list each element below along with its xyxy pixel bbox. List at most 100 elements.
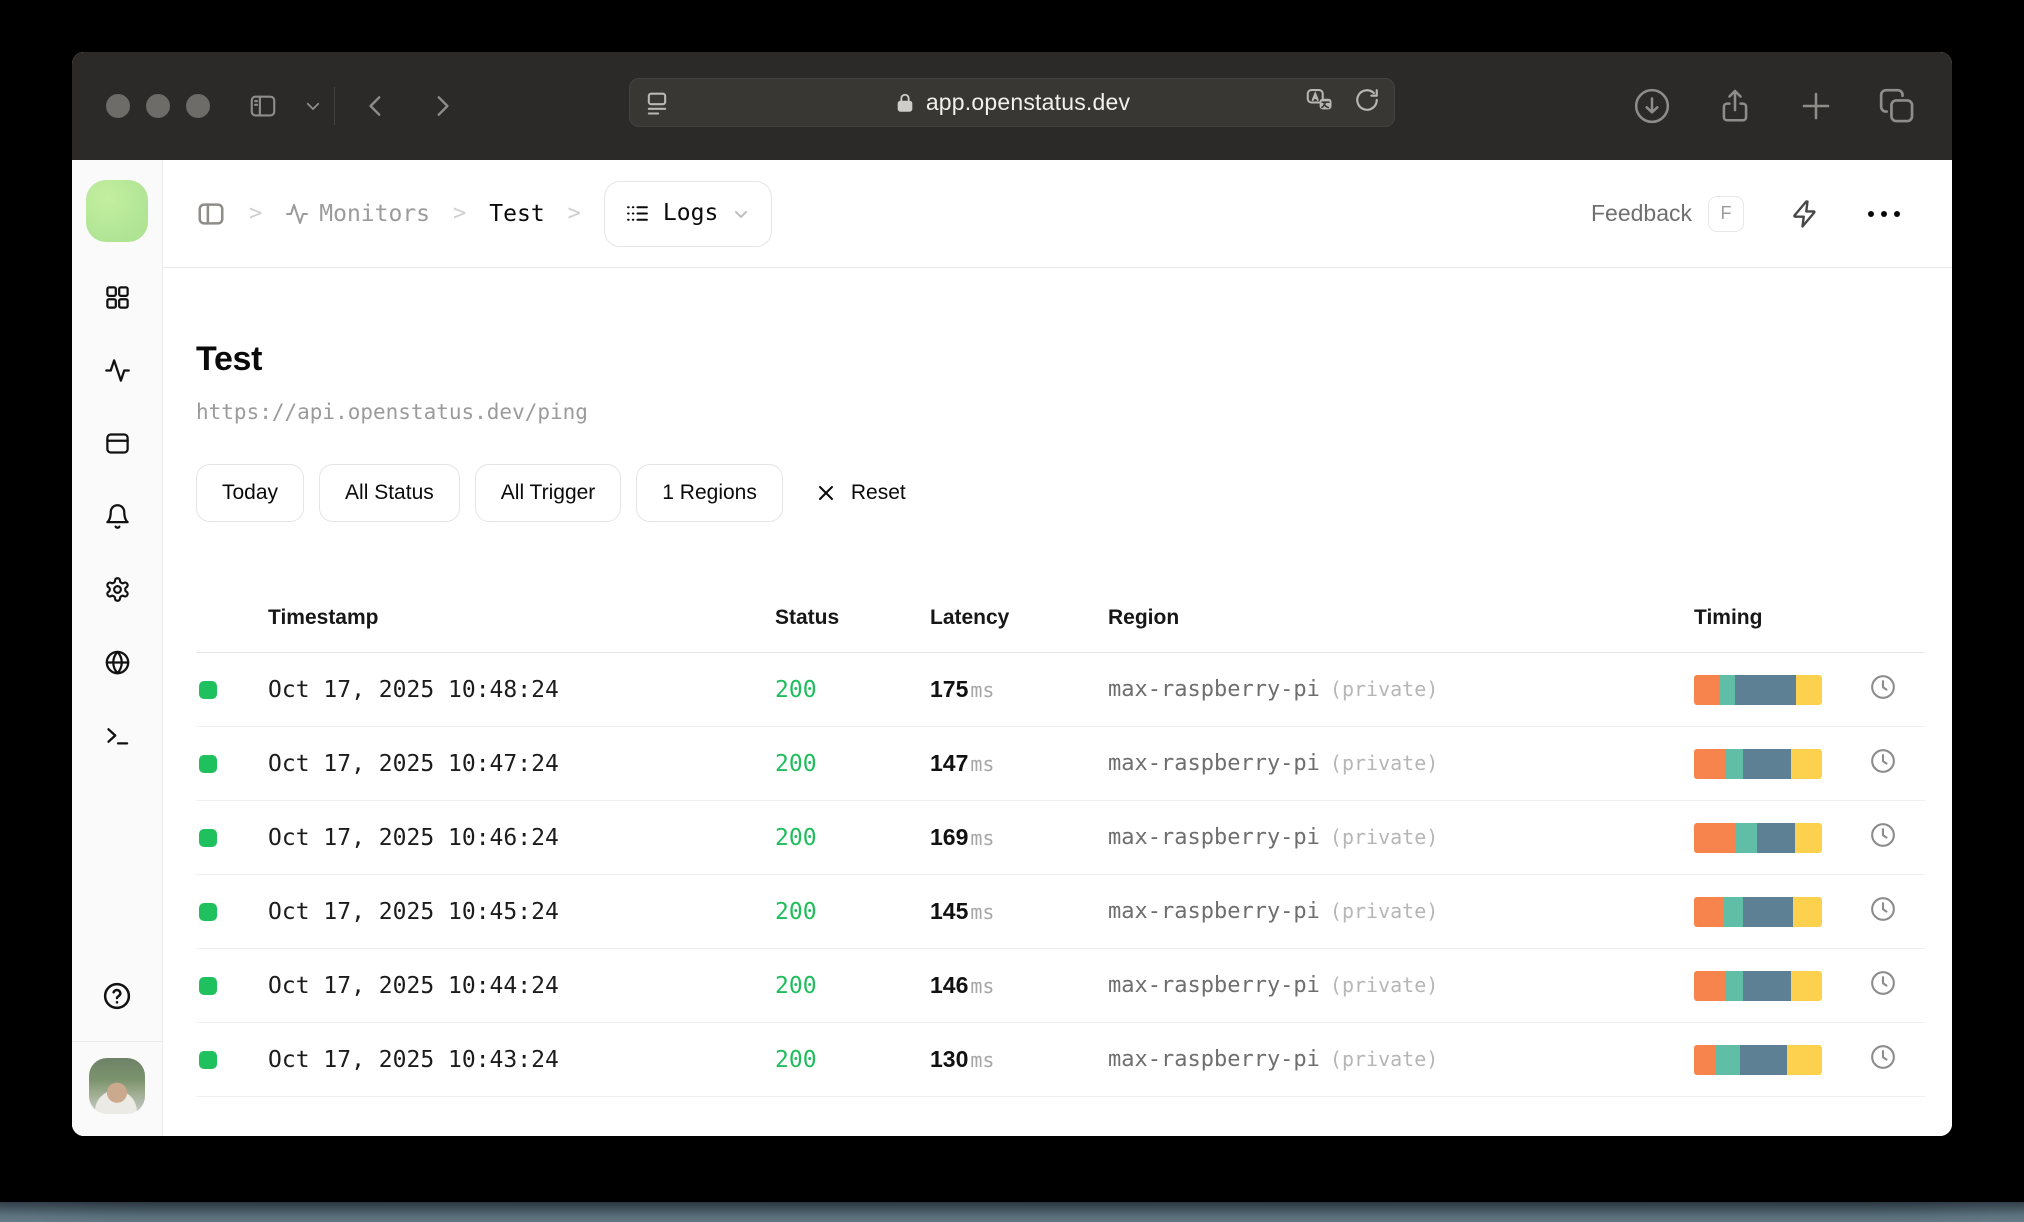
- sidebar-divider: [72, 1041, 162, 1042]
- timing-segment: [1742, 748, 1792, 779]
- view-selector[interactable]: Logs: [603, 180, 773, 247]
- translate-icon[interactable]: [1304, 85, 1334, 120]
- timing-bar[interactable]: [1694, 896, 1822, 927]
- downloads-icon[interactable]: [1632, 86, 1672, 126]
- timing-bar[interactable]: [1694, 748, 1822, 779]
- share-icon[interactable]: [1716, 87, 1754, 125]
- filter-date-button[interactable]: Today: [196, 464, 305, 522]
- log-row[interactable]: Oct 17, 2025 10:45:24 200 145 ms max-raspber…: [196, 875, 1925, 949]
- sidebar-chevron-down-icon[interactable]: [304, 97, 322, 115]
- breadcrumb-monitors[interactable]: Monitors: [285, 201, 430, 227]
- latency-unit: ms: [970, 678, 995, 702]
- timing-bar[interactable]: [1694, 970, 1822, 1001]
- status-indicator: [199, 754, 217, 773]
- filter-regions-button[interactable]: 1 Regions: [636, 464, 783, 522]
- timing-segment: [1740, 1044, 1788, 1075]
- log-row[interactable]: Oct 17, 2025 10:48:24 200 175 ms max-raspber…: [196, 653, 1925, 727]
- cell-timestamp: Oct 17, 2025 10:46:24: [268, 824, 559, 851]
- feedback-button[interactable]: Feedback: [1591, 200, 1692, 227]
- sidebar-item-monitors[interactable]: [104, 357, 131, 384]
- log-row[interactable]: Oct 17, 2025 10:46:24 200 169 ms max-raspber…: [196, 801, 1925, 875]
- browser-sidebar-toggle-icon[interactable]: [248, 91, 278, 121]
- column-header-timestamp[interactable]: Timestamp: [268, 606, 775, 630]
- browser-window: app.openstatus.dev > Monitors > Test > L…: [72, 52, 1952, 1136]
- timing-segment: [1694, 896, 1724, 927]
- address-bar[interactable]: app.openstatus.dev: [629, 78, 1395, 127]
- close-window-button[interactable]: [106, 94, 130, 118]
- cell-timing: [1694, 1043, 1925, 1076]
- cell-latency: 145 ms: [930, 898, 1108, 925]
- status-indicator: [199, 1050, 217, 1069]
- latency-value: 175: [930, 676, 969, 702]
- main-panel: > Monitors > Test > Logs Feedback F Test…: [163, 160, 1952, 1136]
- timing-segment: [1787, 1044, 1822, 1075]
- forward-button[interactable]: [429, 93, 455, 119]
- feedback-shortcut-badge: F: [1708, 195, 1744, 232]
- region-name: max-raspberry-pi: [1108, 973, 1320, 998]
- cell-latency: 175 ms: [930, 676, 1108, 703]
- region-name: max-raspberry-pi: [1108, 825, 1320, 850]
- reload-icon[interactable]: [1354, 87, 1380, 118]
- timing-segment: [1792, 896, 1822, 927]
- breadcrumb-monitor-name[interactable]: Test: [489, 201, 544, 227]
- help-button[interactable]: [102, 981, 132, 1011]
- sidebar-item-status-pages[interactable]: [104, 430, 131, 457]
- sidebar-item-regions[interactable]: [104, 649, 131, 676]
- timing-bar[interactable]: [1694, 1044, 1822, 1075]
- region-name: max-raspberry-pi: [1108, 899, 1320, 924]
- cell-region: max-raspberry-pi (private): [1108, 899, 1694, 924]
- cell-region: max-raspberry-pi (private): [1108, 825, 1694, 850]
- back-button[interactable]: [363, 93, 389, 119]
- timing-bar[interactable]: [1694, 822, 1822, 853]
- timing-segment: [1795, 822, 1822, 853]
- toolbar-divider: [334, 87, 335, 125]
- terminal-icon: [106, 728, 128, 745]
- breadcrumb-separator: >: [249, 201, 263, 226]
- latency-value: 146: [930, 972, 969, 998]
- column-header-latency[interactable]: Latency: [930, 606, 1108, 630]
- logs-table-header: Timestamp Status Latency Region Timing: [196, 606, 1925, 653]
- reader-view-icon[interactable]: [643, 79, 671, 126]
- region-visibility-note: (private): [1329, 899, 1439, 923]
- sidebar-item-notifications[interactable]: [104, 503, 131, 530]
- monitor-endpoint-url: https://api.openstatus.dev/ping: [196, 400, 588, 424]
- zoom-window-button[interactable]: [186, 94, 210, 118]
- latency-unit: ms: [970, 1048, 995, 1072]
- zap-icon: [1793, 199, 1816, 228]
- tab-overview-icon[interactable]: [1878, 87, 1916, 125]
- workspace-avatar[interactable]: [86, 180, 148, 242]
- new-tab-icon[interactable]: [1798, 88, 1834, 124]
- minimize-window-button[interactable]: [146, 94, 170, 118]
- latency-unit: ms: [970, 826, 995, 850]
- grid-icon: [105, 286, 129, 309]
- timing-segment: [1791, 970, 1822, 1001]
- cell-status: 200: [775, 824, 817, 851]
- user-avatar[interactable]: [89, 1058, 145, 1114]
- region-visibility-note: (private): [1329, 1047, 1439, 1071]
- filter-status-button[interactable]: All Status: [319, 464, 460, 522]
- sidebar-item-dashboard[interactable]: [104, 284, 131, 311]
- region-name: max-raspberry-pi: [1108, 677, 1320, 702]
- cell-timing: [1694, 969, 1925, 1002]
- quick-actions-button[interactable]: [1790, 199, 1820, 229]
- column-header-region[interactable]: Region: [1108, 606, 1694, 630]
- cell-timing: [1694, 821, 1925, 854]
- cell-status: 200: [775, 676, 817, 703]
- log-row[interactable]: Oct 17, 2025 10:47:24 200 147 ms max-raspber…: [196, 727, 1925, 801]
- app-sidebar-toggle-icon[interactable]: [196, 199, 226, 229]
- activity-icon: [104, 359, 130, 382]
- column-header-status[interactable]: Status: [775, 606, 930, 630]
- more-options-button[interactable]: [1868, 210, 1900, 217]
- filter-trigger-button[interactable]: All Trigger: [474, 464, 622, 522]
- cell-status: 200: [775, 1046, 817, 1073]
- browser-titlebar: app.openstatus.dev: [72, 52, 1952, 160]
- column-header-timing[interactable]: Timing: [1694, 606, 1925, 630]
- reset-filters-button[interactable]: Reset: [814, 481, 906, 505]
- sidebar-item-settings[interactable]: [104, 576, 131, 603]
- log-row[interactable]: Oct 17, 2025 10:43:24 200 130 ms max-raspber…: [196, 1023, 1925, 1097]
- log-row[interactable]: Oct 17, 2025 10:44:24 200 146 ms max-raspber…: [196, 949, 1925, 1023]
- globe-icon: [105, 650, 129, 675]
- timing-segment: [1724, 748, 1743, 779]
- sidebar-item-cli[interactable]: [104, 722, 131, 749]
- timing-bar[interactable]: [1694, 674, 1822, 705]
